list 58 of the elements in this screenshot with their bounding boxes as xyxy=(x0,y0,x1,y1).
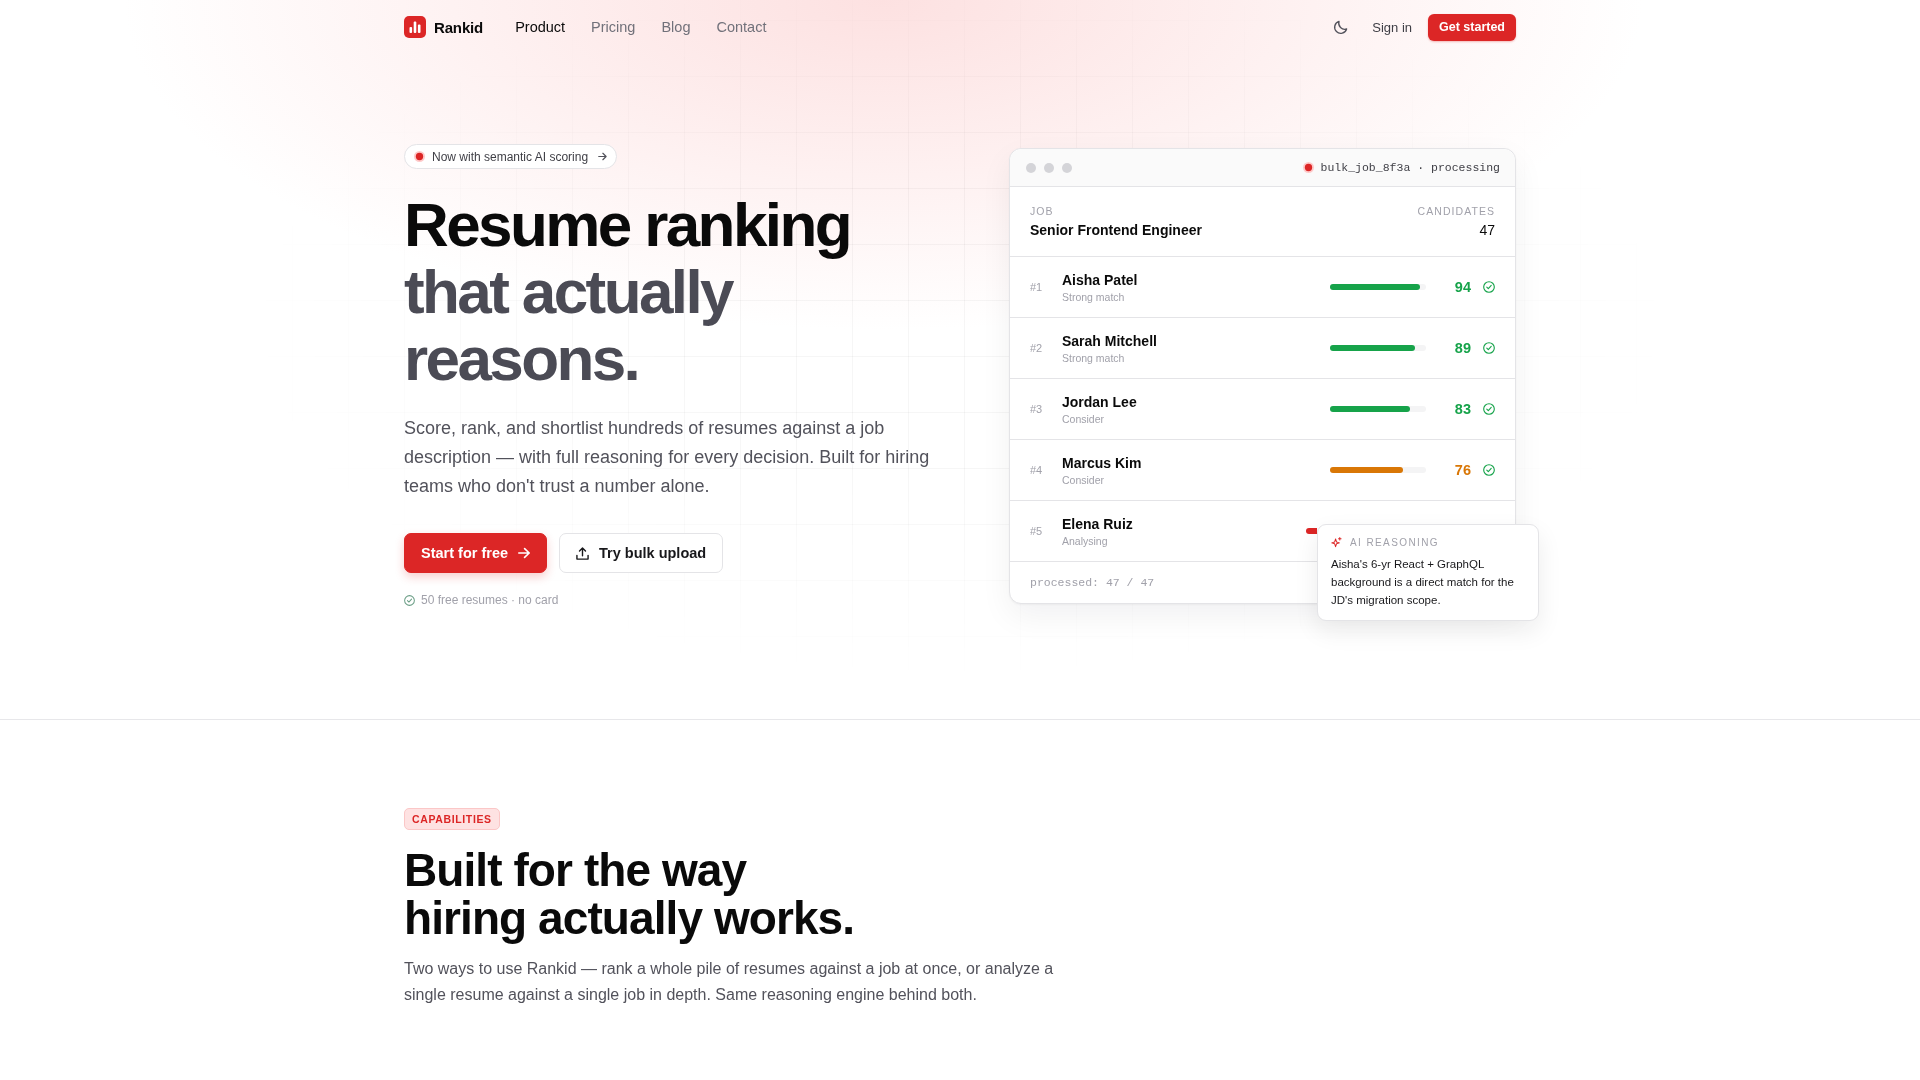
score-value: 94 xyxy=(1453,279,1471,295)
reasoning-label: AI REASONING xyxy=(1350,537,1440,548)
rank-number: #1 xyxy=(1030,281,1044,293)
job-title: Senior Frontend Engineer xyxy=(1030,222,1202,238)
match-label: Strong match xyxy=(1062,351,1125,364)
job-status: bulk_job_8f3a · processing xyxy=(1320,161,1500,174)
nav-link[interactable]: Pricing xyxy=(591,19,636,35)
bulk-upload-button[interactable]: Try bulk upload xyxy=(559,533,724,573)
score-value: 76 xyxy=(1453,462,1471,478)
free-note: 50 free resumes · no card xyxy=(421,593,559,607)
match-label: Consider xyxy=(1062,473,1105,486)
check-circle-icon xyxy=(1483,342,1495,354)
candidate-name: Sarah Mitchell xyxy=(1062,332,1157,349)
theme-toggle-button[interactable] xyxy=(1333,19,1349,35)
get-started-button[interactable]: Get started xyxy=(1428,13,1516,41)
candidate-name: Marcus Kim xyxy=(1062,454,1142,471)
check-circle-icon xyxy=(404,594,415,606)
status-dot-icon xyxy=(414,151,425,162)
section-tag: CAPABILITIES xyxy=(404,808,500,830)
start-free-button[interactable]: Start for free xyxy=(404,533,548,573)
candidates-label: CANDIDATES xyxy=(1417,205,1495,217)
score-value: 83 xyxy=(1453,401,1471,417)
announcement-link[interactable]: Now with semantic AI scoring xyxy=(404,144,618,169)
check-circle-icon xyxy=(1483,281,1495,293)
match-label: Consider xyxy=(1062,412,1105,425)
candidates-count: 47 xyxy=(1479,222,1495,238)
window-dots-icon xyxy=(1026,162,1072,173)
check-circle-icon xyxy=(1483,464,1495,476)
rank-number: #2 xyxy=(1030,342,1044,354)
brand-link[interactable]: Rankid xyxy=(404,16,484,38)
moon-icon xyxy=(1333,19,1349,35)
status-dot-icon xyxy=(1302,162,1314,173)
candidate-name: Aisha Patel xyxy=(1062,271,1138,288)
rank-number: #3 xyxy=(1030,403,1044,415)
sign-in-link[interactable]: Sign in xyxy=(1372,19,1412,35)
score-value: 89 xyxy=(1453,340,1471,356)
arrow-right-icon xyxy=(518,547,531,559)
match-label: Strong match xyxy=(1062,290,1125,303)
hero-heading: Resume ranking that actually reasons. xyxy=(404,191,851,392)
candidate-name: Elena Ruiz xyxy=(1062,515,1133,532)
nav-link[interactable]: Blog xyxy=(661,19,691,35)
arrow-right-icon xyxy=(598,152,608,161)
processed-count: processed: 47 / 47 xyxy=(1030,576,1155,589)
job-label: JOB xyxy=(1030,205,1055,217)
rank-number: #4 xyxy=(1030,464,1044,476)
nav-link[interactable]: Contact xyxy=(716,19,767,35)
section-description: Two ways to use Rankid — rank a whole pile of resumes against a job at once, or analyze a single resume against a single job in depth. Same reasoning engine behind both. xyxy=(404,959,1055,1005)
candidate-name: Jordan Lee xyxy=(1062,393,1137,410)
upload-icon xyxy=(576,546,590,560)
check-circle-icon xyxy=(1483,403,1495,415)
sparkle-icon xyxy=(1331,537,1342,548)
reasoning-text: Aisha's 6-yr React + GraphQL background is a direct match for the JD's migration scope. xyxy=(1331,557,1515,608)
rank-number: #5 xyxy=(1030,525,1044,537)
nav-link[interactable]: Product xyxy=(515,19,566,35)
match-label: Analysing xyxy=(1062,534,1108,547)
hero-description: Score, rank, and shortlist hundreds of resumes against a job description — with full reasoning for every decision. Built for hiring teams who don't trust a number alone. xyxy=(404,417,931,498)
logo-icon xyxy=(404,16,426,38)
section-heading: Built for the way hiring actually works. xyxy=(404,846,855,942)
